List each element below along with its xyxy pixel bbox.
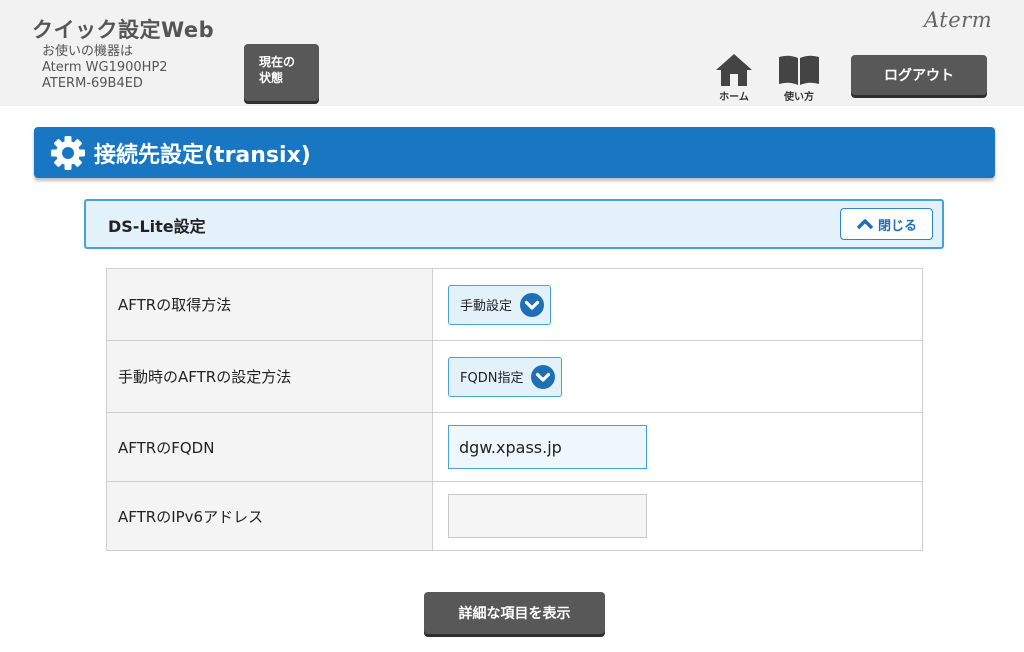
chevron-down-icon — [531, 364, 556, 389]
home-label: ホーム — [719, 92, 749, 103]
device-model: Aterm WG1900HP2 — [42, 60, 168, 75]
gear-icon — [51, 136, 85, 170]
aftr-method-select[interactable]: 手動設定 — [448, 284, 552, 325]
app-title: クイック設定Web — [32, 18, 215, 42]
aftr-fqdn-label: AFTRのFQDN — [107, 413, 433, 481]
show-details-button[interactable]: 詳細な項目を表示 — [424, 592, 605, 634]
aftr-manual-method-select[interactable]: FQDN指定 — [448, 356, 563, 397]
ds-lite-settings-table: AFTRの取得方法 手動設定 手動時のAFTRの設定方法 FQDN指定 AFTR… — [106, 268, 923, 551]
close-panel-button[interactable]: 閉じる — [840, 208, 933, 240]
home-icon — [716, 54, 752, 86]
chevron-down-icon — [520, 292, 545, 317]
help-button[interactable]: 使い方 — [774, 52, 824, 103]
current-status-button[interactable]: 現在の 状態 — [244, 44, 319, 101]
aftr-fqdn-input[interactable] — [448, 425, 647, 469]
logout-button[interactable]: ログアウト — [851, 55, 987, 95]
brand-logo: Aterm — [924, 8, 993, 32]
device-info: お使いの機器は Aterm WG1900HP2 ATERM-69B4ED — [42, 44, 168, 92]
row-aftr-ipv6: AFTRのIPv6アドレス — [107, 482, 922, 550]
section-header: 接続先設定(transix) — [34, 127, 995, 178]
ds-lite-panel-header: DS-Lite設定 閉じる — [84, 199, 944, 249]
aftr-manual-method-label: 手動時のAFTRの設定方法 — [107, 341, 433, 412]
aftr-ipv6-label: AFTRのIPv6アドレス — [107, 482, 433, 550]
current-status-button-line1: 現在の — [259, 55, 296, 69]
device-info-caption: お使いの機器は — [42, 44, 134, 59]
aftr-method-label: AFTRの取得方法 — [107, 269, 433, 340]
row-aftr-fqdn: AFTRのFQDN — [107, 413, 922, 482]
help-label: 使い方 — [784, 92, 814, 103]
home-button[interactable]: ホーム — [712, 52, 756, 103]
ds-lite-panel-title: DS-Lite設定 — [108, 217, 206, 236]
row-aftr-method: AFTRの取得方法 手動設定 — [107, 269, 922, 341]
aftr-ipv6-input[interactable] — [448, 494, 647, 538]
header: クイック設定Web お使いの機器は Aterm WG1900HP2 ATERM-… — [0, 0, 1024, 106]
section-title: 接続先設定(transix) — [94, 143, 311, 168]
row-aftr-manual-method: 手動時のAFTRの設定方法 FQDN指定 — [107, 341, 922, 413]
aftr-method-value: 手動設定 — [460, 299, 513, 314]
chevron-up-icon — [856, 219, 874, 230]
device-name: ATERM-69B4ED — [42, 76, 143, 91]
aftr-manual-method-value: FQDN指定 — [460, 371, 524, 386]
current-status-button-line2: 状態 — [259, 71, 284, 85]
book-icon — [779, 55, 819, 85]
close-panel-label: 閉じる — [877, 218, 917, 234]
